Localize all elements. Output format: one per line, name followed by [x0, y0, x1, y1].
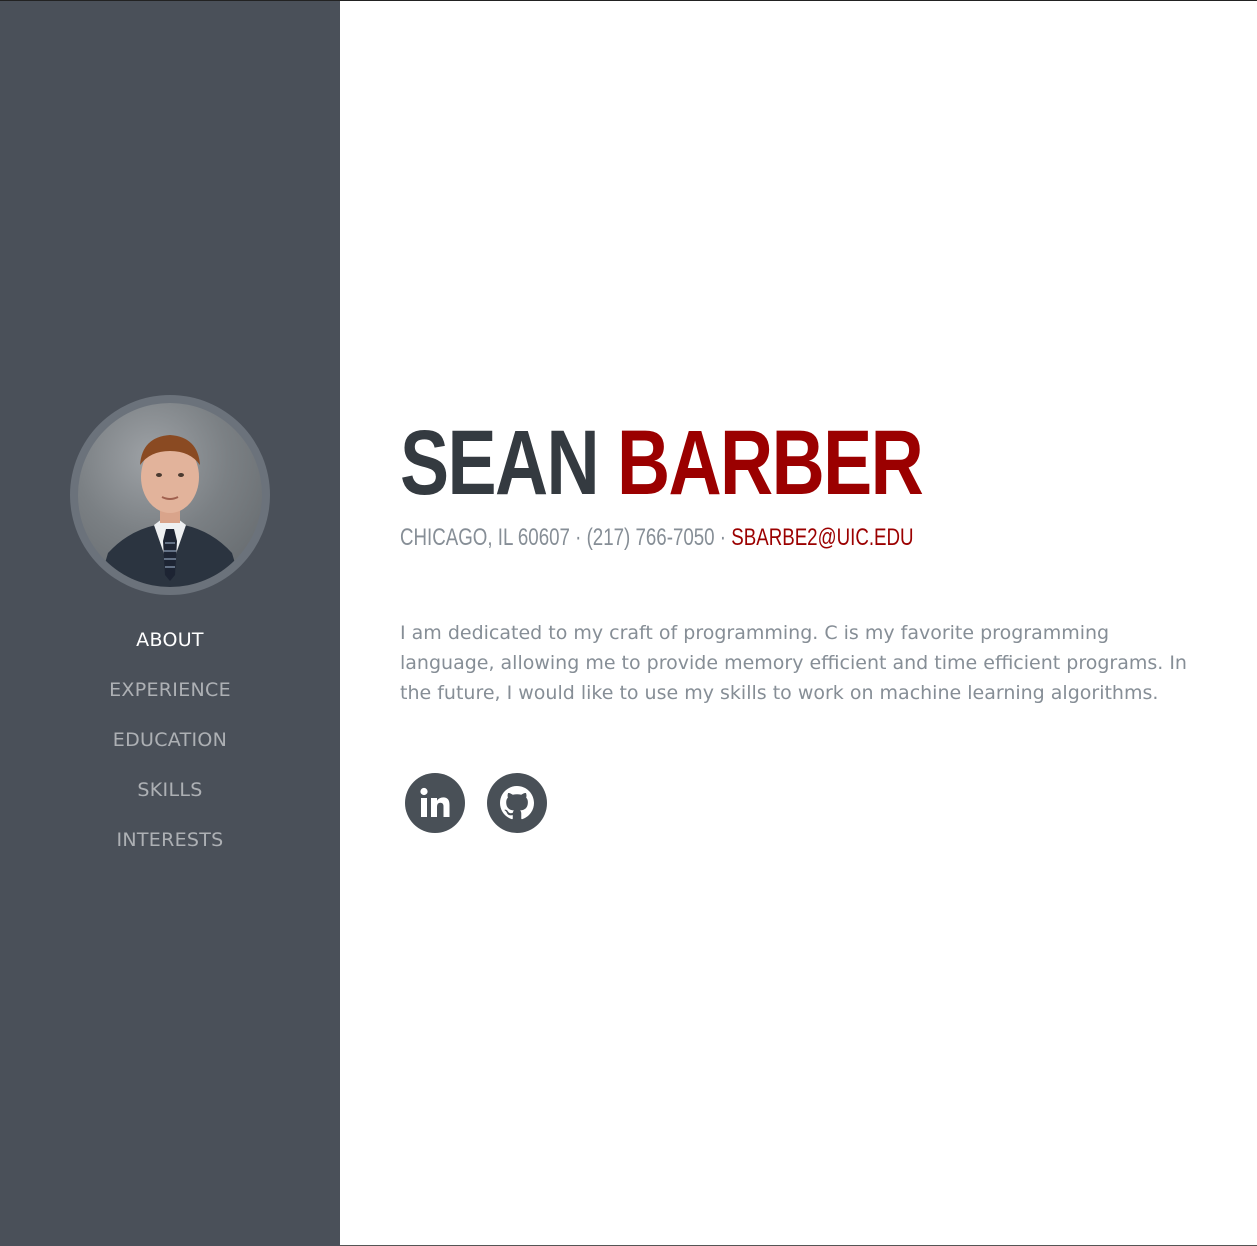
contact-info: CHICAGO, IL 60607 · (217) 766-7050 · SBA… [400, 522, 914, 554]
github-icon [500, 786, 534, 820]
location-phone: CHICAGO, IL 60607 · (217) 766-7050 · [400, 524, 732, 551]
profile-photo [98, 435, 242, 587]
github-button[interactable] [487, 773, 547, 833]
social-icons [405, 773, 547, 833]
profile-photo-frame[interactable] [70, 395, 270, 595]
sidebar: ABOUT EXPERIENCE EDUCATION SKILLS INTERE… [0, 1, 340, 1246]
nav-item-skills[interactable]: SKILLS [0, 771, 340, 821]
avatar [78, 403, 262, 587]
linkedin-button[interactable] [405, 773, 465, 833]
nav-item-interests[interactable]: INTERESTS [0, 821, 340, 871]
last-name: BARBER [616, 412, 924, 514]
side-nav: ABOUT EXPERIENCE EDUCATION SKILLS INTERE… [0, 621, 340, 871]
email-link[interactable]: SBARBE2@UIC.EDU [731, 524, 913, 551]
nav-item-education[interactable]: EDUCATION [0, 721, 340, 771]
linkedin-icon [420, 787, 450, 817]
first-name: SEAN [400, 412, 600, 514]
page-title: SEAN BARBER [400, 412, 924, 514]
nav-item-experience[interactable]: EXPERIENCE [0, 671, 340, 721]
bio-text: I am dedicated to my craft of programmin… [400, 622, 1187, 704]
nav-item-about[interactable]: ABOUT [0, 621, 340, 671]
